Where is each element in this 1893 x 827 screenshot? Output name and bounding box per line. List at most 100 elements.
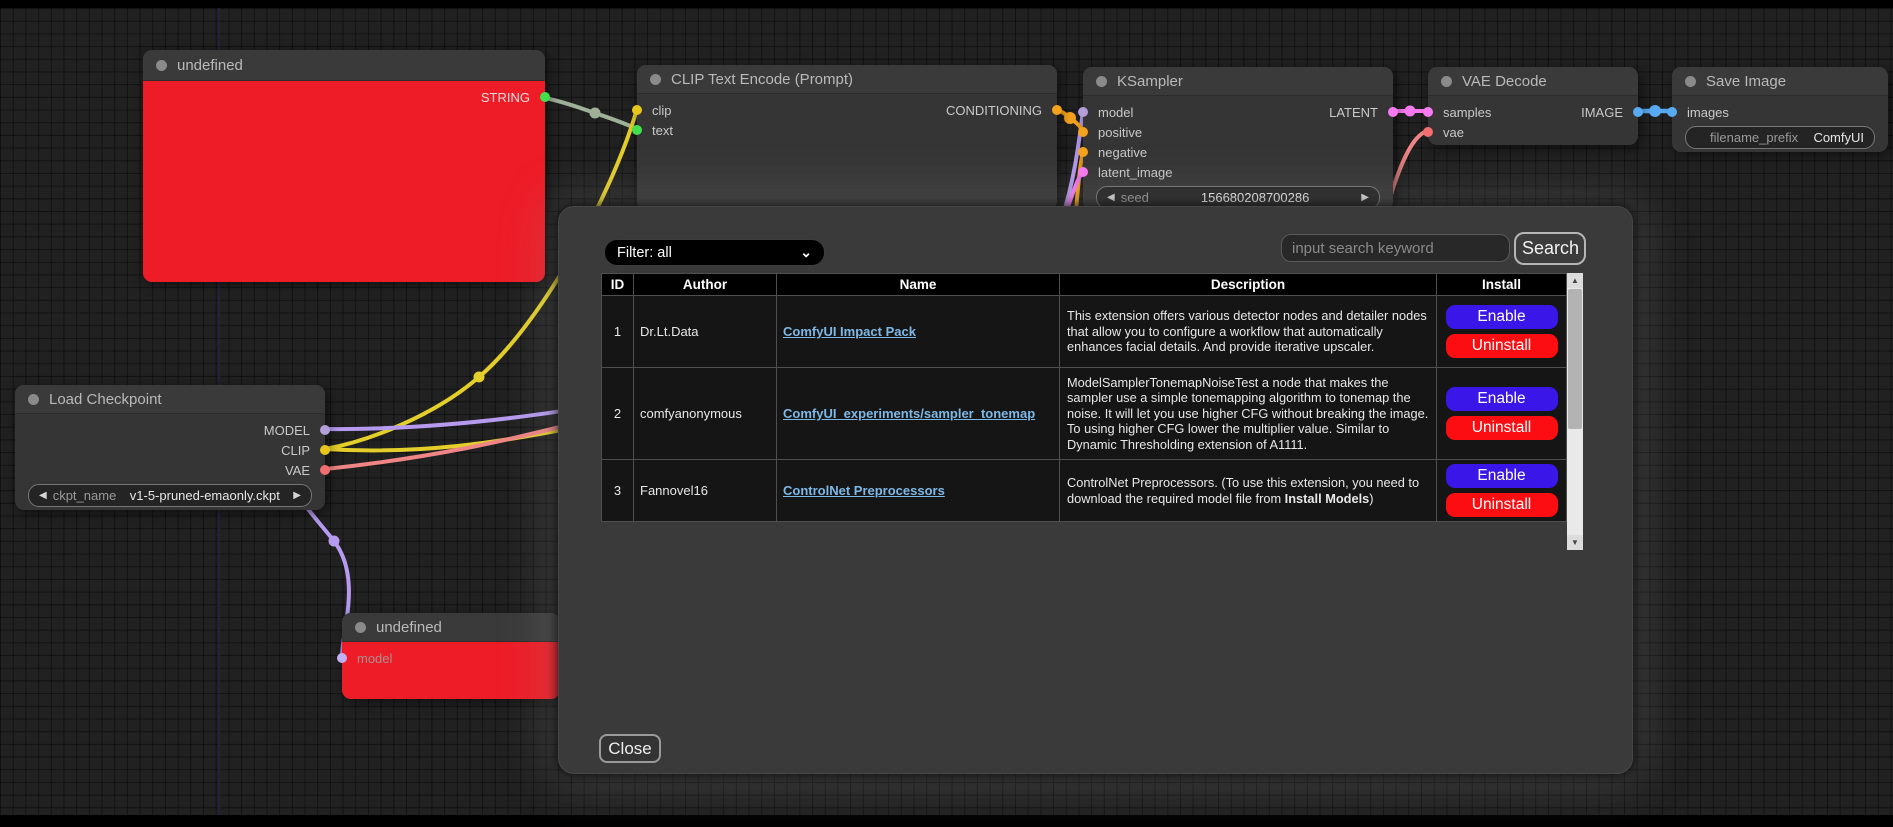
output-label: MODEL	[264, 423, 310, 438]
extensions-table: ID Author Name Description Install 1 Dr.…	[601, 273, 1567, 522]
input-label: images	[1687, 105, 1729, 120]
input-label: vae	[1443, 125, 1464, 140]
node-body: MODEL CLIP VAE ◀ ckpt_name v1-5-pruned-e…	[15, 414, 325, 507]
decrement-icon[interactable]: ◀	[39, 491, 47, 501]
node-title: undefined	[376, 619, 442, 636]
uninstall-button[interactable]: Uninstall	[1446, 334, 1558, 358]
search-button[interactable]: Search	[1514, 232, 1586, 265]
clip-input-port[interactable]	[632, 105, 642, 115]
filename-prefix-widget[interactable]: filename_prefix ComfyUI	[1685, 126, 1875, 149]
collapse-icon[interactable]	[156, 60, 167, 71]
scrollbar-thumb[interactable]	[1568, 289, 1582, 429]
image-output-port[interactable]	[1633, 107, 1643, 117]
node-body: images filename_prefix ComfyUI	[1672, 96, 1888, 149]
enable-button[interactable]: Enable	[1446, 387, 1558, 411]
widget-label: seed	[1121, 190, 1149, 205]
ckpt-name-widget[interactable]: ◀ ckpt_name v1-5-pruned-emaonly.ckpt ▶	[28, 484, 312, 507]
output-label: STRING	[481, 90, 530, 105]
close-button[interactable]: Close	[599, 734, 661, 763]
node-body: model LATENT positive negative latent_im…	[1083, 96, 1393, 209]
node-title: KSampler	[1117, 73, 1183, 90]
scroll-down-icon[interactable]: ▼	[1567, 535, 1583, 550]
chevron-down-icon: ⌄	[800, 244, 812, 261]
cell-id: 1	[602, 296, 634, 368]
node-undefined-top[interactable]: undefined STRING	[143, 50, 545, 281]
cell-author: Dr.Lt.Data	[634, 296, 777, 368]
vae-output-port[interactable]	[320, 465, 330, 475]
node-title-bar[interactable]: KSampler	[1083, 67, 1393, 96]
node-title-bar[interactable]: undefined	[342, 613, 560, 642]
widget-value: 156680208700286	[1201, 190, 1309, 205]
widget-value: ComfyUI	[1813, 130, 1864, 145]
cell-author: comfyanonymous	[634, 368, 777, 460]
input-label: clip	[652, 103, 672, 118]
collapse-icon[interactable]	[355, 622, 366, 633]
node-body: clip CONDITIONING text	[637, 94, 1057, 140]
vae-input-port[interactable]	[1423, 127, 1433, 137]
latent-output-port[interactable]	[1388, 107, 1398, 117]
input-label: negative	[1098, 145, 1147, 160]
node-vae-decode[interactable]: VAE Decode samples IMAGE vae	[1428, 67, 1638, 145]
string-output-port[interactable]	[540, 92, 550, 102]
node-title: Save Image	[1706, 73, 1786, 90]
extension-manager-dialog: Filter: all ⌄ Search ID Author Name Desc…	[558, 206, 1633, 774]
positive-input-port[interactable]	[1078, 127, 1088, 137]
node-title-bar[interactable]: VAE Decode	[1428, 67, 1638, 96]
node-undefined-bottom[interactable]: undefined model	[342, 613, 560, 698]
node-ksampler[interactable]: KSampler model LATENT positive negative …	[1083, 67, 1393, 210]
input-label: text	[652, 123, 673, 138]
table-header-row: ID Author Name Description Install	[602, 274, 1567, 296]
conditioning-output-port[interactable]	[1052, 105, 1062, 115]
uninstall-button[interactable]: Uninstall	[1446, 493, 1558, 517]
decrement-icon[interactable]: ◀	[1107, 193, 1115, 203]
table-scrollbar[interactable]: ▲ ▼	[1567, 273, 1583, 550]
filter-dropdown[interactable]: Filter: all ⌄	[604, 239, 825, 266]
text-input-port[interactable]	[632, 125, 642, 135]
node-title-bar[interactable]: Load Checkpoint	[15, 385, 325, 414]
input-label: latent_image	[1098, 165, 1172, 180]
extension-link[interactable]: ControlNet Preprocessors	[783, 483, 945, 498]
scroll-up-icon[interactable]: ▲	[1567, 273, 1583, 288]
node-title-bar[interactable]: CLIP Text Encode (Prompt)	[637, 65, 1057, 94]
increment-icon[interactable]: ▶	[293, 491, 301, 501]
node-title-bar[interactable]: undefined	[143, 50, 545, 81]
increment-icon[interactable]: ▶	[1361, 193, 1369, 203]
samples-input-port[interactable]	[1423, 107, 1433, 117]
collapse-icon[interactable]	[28, 394, 39, 405]
collapse-icon[interactable]	[650, 74, 661, 85]
uninstall-button[interactable]: Uninstall	[1446, 416, 1558, 440]
cell-description: ModelSamplerTonemapNoiseTest a node that…	[1060, 368, 1437, 460]
cell-id: 2	[602, 368, 634, 460]
clip-output-port[interactable]	[320, 445, 330, 455]
table-row: 3 Fannovel16 ControlNet Preprocessors Co…	[602, 460, 1567, 522]
collapse-icon[interactable]	[1096, 76, 1107, 87]
enable-button[interactable]: Enable	[1446, 305, 1558, 329]
node-title: undefined	[177, 57, 243, 74]
node-title-bar[interactable]: Save Image	[1672, 67, 1888, 96]
node-clip-text-encode[interactable]: CLIP Text Encode (Prompt) clip CONDITION…	[637, 65, 1057, 210]
enable-button[interactable]: Enable	[1446, 464, 1558, 488]
negative-input-port[interactable]	[1078, 147, 1088, 157]
comfyui-app: undefined STRING CLIP Text Encode (Promp…	[0, 0, 1893, 827]
extension-link[interactable]: ComfyUI_experiments/sampler_tonemap	[783, 406, 1035, 421]
images-input-port[interactable]	[1667, 107, 1677, 117]
node-body: samples IMAGE vae	[1428, 96, 1638, 142]
search-input[interactable]	[1281, 234, 1510, 262]
model-output-port[interactable]	[320, 425, 330, 435]
cell-description: This extension offers various detector n…	[1060, 296, 1437, 368]
top-edge-strip	[0, 0, 1893, 8]
model-input-port[interactable]	[1078, 107, 1088, 117]
latent-image-input-port[interactable]	[1078, 167, 1088, 177]
table-row: 1 Dr.Lt.Data ComfyUI Impact Pack This ex…	[602, 296, 1567, 368]
output-label: IMAGE	[1581, 105, 1623, 120]
collapse-icon[interactable]	[1441, 76, 1452, 87]
extension-link[interactable]: ComfyUI Impact Pack	[783, 324, 916, 339]
output-label: CONDITIONING	[946, 103, 1042, 118]
node-body: STRING	[143, 81, 545, 282]
node-load-checkpoint[interactable]: Load Checkpoint MODEL CLIP VAE ◀ ckpt_na…	[15, 385, 325, 510]
model-input-port[interactable]	[337, 653, 347, 663]
collapse-icon[interactable]	[1685, 76, 1696, 87]
output-label: CLIP	[281, 443, 310, 458]
node-save-image[interactable]: Save Image images filename_prefix ComfyU…	[1672, 67, 1888, 152]
column-header-install: Install	[1437, 274, 1567, 296]
